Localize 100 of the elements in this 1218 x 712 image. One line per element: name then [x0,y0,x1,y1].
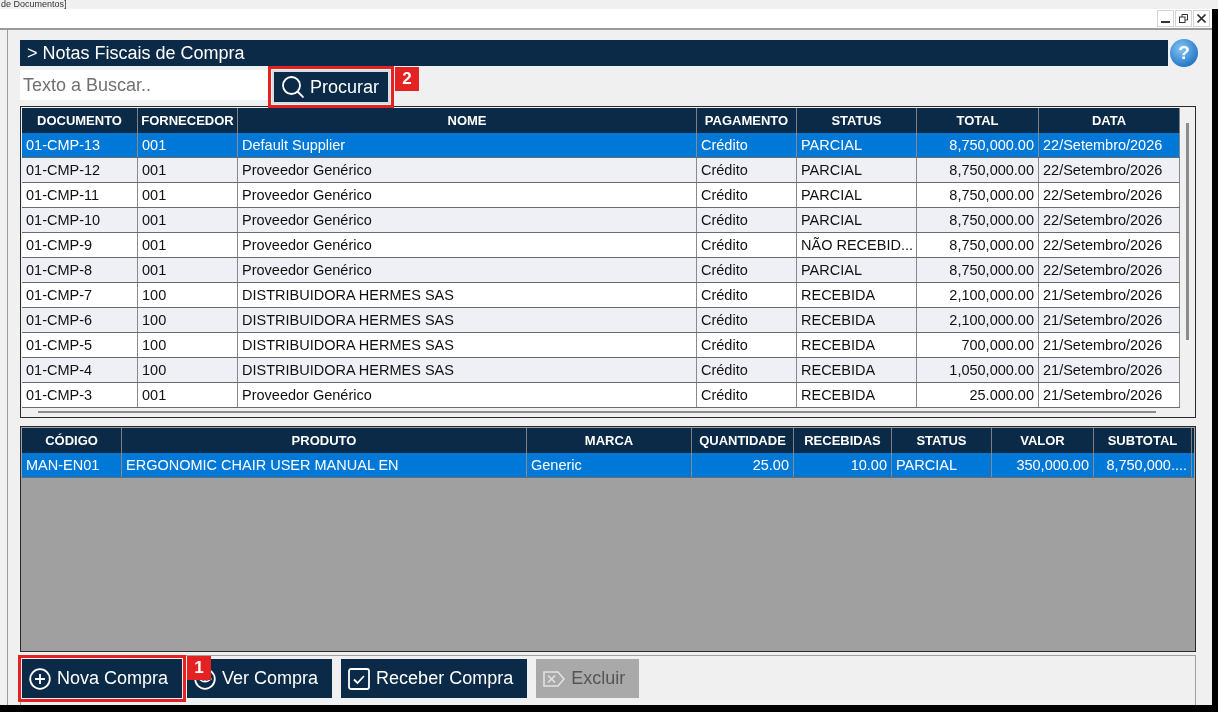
table-row[interactable]: 01-CMP-13 001 Default Supplier Crédito PARCIAL 8,750,000.00 22/Setembro/2026 [22,133,1180,158]
horizontal-scrollbar[interactable] [38,411,1156,413]
table-cell: Crédito [697,208,797,232]
table-row[interactable]: 01-CMP-6 100 DISTRIBUIDORA HERMES SAS Crédito RECEBIDA 2,100,000.00 21/Setembro/2026 [22,308,1180,333]
table-cell: Crédito [697,308,797,332]
table-cell: 01-CMP-13 [22,133,138,157]
table-cell: RECEBIDA [797,308,917,332]
table-cell: 8,750,000.00 [917,133,1039,157]
table-cell: 21/Setembro/2026 [1039,358,1180,382]
table-cell: Crédito [697,233,797,257]
table-cell: PARCIAL [797,133,917,157]
table-row[interactable]: 01-CMP-7 100 DISTRIBUIDORA HERMES SAS Crédito RECEBIDA 2,100,000.00 21/Setembro/2026 [22,283,1180,308]
table-cell: Crédito [697,158,797,182]
minimize-button[interactable] [1157,10,1174,27]
table-cell: 22/Setembro/2026 [1039,233,1180,257]
table-row[interactable]: MAN-EN01 ERGONOMIC CHAIR USER MANUAL EN Generic 25.00 10.00 PARCIAL 350,000.00 8,750,000.... [22,453,1194,478]
plus-circle-icon [29,667,51,690]
table-cell: Proveedor Genérico [238,158,697,182]
table-cell: DISTRIBUIDORA HERMES SAS [238,333,697,357]
table-cell: Crédito [697,183,797,207]
table-cell: 01-CMP-6 [22,308,138,332]
table-cell: 100 [138,283,238,307]
table-cell: 01-CMP-9 [22,233,138,257]
table-cell: 01-CMP-11 [22,183,138,207]
action-button[interactable]: Receber Compra [341,659,528,698]
table-cell: PARCIAL [797,158,917,182]
minimize-icon [1161,21,1170,23]
table-row[interactable]: 01-CMP-12 001 Proveedor Genérico Crédito PARCIAL 8,750,000.00 22/Setembro/2026 [22,158,1180,183]
table-cell: 25.00 [692,453,794,477]
table-cell: 1,050,000.00 [917,358,1039,382]
table-cell: 22/Setembro/2026 [1039,208,1180,232]
table-cell: 21/Setembro/2026 [1039,283,1180,307]
table-cell: PARCIAL [797,183,917,207]
table-row[interactable]: 01-CMP-5 100 DISTRIBUIDORA HERMES SAS Crédito RECEBIDA 700,000.00 21/Setembro/2026 [22,333,1180,358]
table-cell: MAN-EN01 [22,453,122,477]
step-badge: 2 [395,67,419,91]
table-cell: 001 [138,383,238,407]
table-cell: 01-CMP-5 [22,333,138,357]
table-cell: 21/Setembro/2026 [1039,308,1180,332]
close-button[interactable] [1193,10,1210,27]
search-icon [282,76,304,98]
step-badge: 1 [187,656,212,680]
table-cell: Crédito [697,258,797,282]
table-cell: Proveedor Genérico [238,183,697,207]
table-cell: Default Supplier [238,133,697,157]
table-cell: 01-CMP-12 [22,158,138,182]
table-cell: Crédito [697,358,797,382]
table-cell: 01-CMP-10 [22,208,138,232]
restore-button[interactable] [1175,10,1192,27]
vertical-scrollbar[interactable] [1186,123,1189,340]
table-cell: 01-CMP-7 [22,283,138,307]
table-cell: DISTRIBUIDORA HERMES SAS [238,308,697,332]
table-cell: 001 [138,133,238,157]
table-cell: 21/Setembro/2026 [1039,333,1180,357]
table-cell: 100 [138,308,238,332]
table-cell: 01-CMP-3 [22,383,138,407]
table-cell: 8,750,000.00 [917,183,1039,207]
table-cell: 2,100,000.00 [917,308,1039,332]
table-cell: Proveedor Genérico [238,233,697,257]
table-cell: RECEBIDA [797,358,917,382]
table-cell: 350,000.00 [992,453,1094,477]
search-field[interactable]: Texto a Buscar.. [20,70,268,100]
table-cell: DISTRIBUIDORA HERMES SAS [238,358,697,382]
close-icon [1197,14,1206,23]
table-row[interactable]: 01-CMP-9 001 Proveedor Genérico Crédito NÃO RECEBID... 8,750,000.00 22/Setembro/2026 [22,233,1180,258]
section-header: > Notas Fiscais de Compra [20,40,1168,66]
table-cell: RECEBIDA [797,383,917,407]
table-cell: Crédito [697,283,797,307]
table-cell: 700,000.00 [917,333,1039,357]
table-cell: NÃO RECEBID... [797,233,917,257]
table-row[interactable]: 01-CMP-8 001 Proveedor Genérico Crédito PARCIAL 8,750,000.00 22/Setembro/2026 [22,258,1180,283]
table-cell: 8,750,000.00 [917,233,1039,257]
table-cell: Generic [527,453,692,477]
table-cell: Proveedor Genérico [238,208,697,232]
table-cell: 001 [138,183,238,207]
table-row[interactable]: 01-CMP-11 001 Proveedor Genérico Crédito PARCIAL 8,750,000.00 22/Setembro/2026 [22,183,1180,208]
table-cell: 25.000.00 [917,383,1039,407]
table-cell: 8,750,000.00 [917,258,1039,282]
table-row[interactable]: 01-CMP-10 001 Proveedor Genérico Crédito PARCIAL 8,750,000.00 22/Setembro/2026 [22,208,1180,233]
search-button[interactable]: Procurar [272,70,390,104]
table-cell: 22/Setembro/2026 [1039,158,1180,182]
table-cell: 001 [138,258,238,282]
window-title: de Documentos] [0,0,67,9]
table-cell: 01-CMP-8 [22,258,138,282]
table-cell: 100 [138,333,238,357]
table-cell: 001 [138,158,238,182]
action-button[interactable]: Nova Compra [22,659,183,698]
table-row[interactable]: 01-CMP-4 100 DISTRIBUIDORA HERMES SAS Crédito RECEBIDA 1,050,000.00 21/Setembro/2026 [22,358,1180,383]
table-cell: 8,750,000.00 [917,208,1039,232]
restore-icon [1179,14,1188,23]
table-cell: 8,750,000.00 [917,158,1039,182]
table-cell: ERGONOMIC CHAIR USER MANUAL EN [122,453,527,477]
table-row[interactable]: 01-CMP-3 001 Proveedor Genérico Crédito RECEBIDA 25.000.00 21/Setembro/2026 [22,383,1180,408]
table-cell: PARCIAL [797,208,917,232]
table-cell: DISTRIBUIDORA HERMES SAS [238,283,697,307]
table-cell: 2,100,000.00 [917,283,1039,307]
table-cell: 01-CMP-4 [22,358,138,382]
table-cell: 21/Setembro/2026 [1039,383,1180,407]
table-cell: 22/Setembro/2026 [1039,258,1180,282]
checkbox-icon [348,667,371,690]
